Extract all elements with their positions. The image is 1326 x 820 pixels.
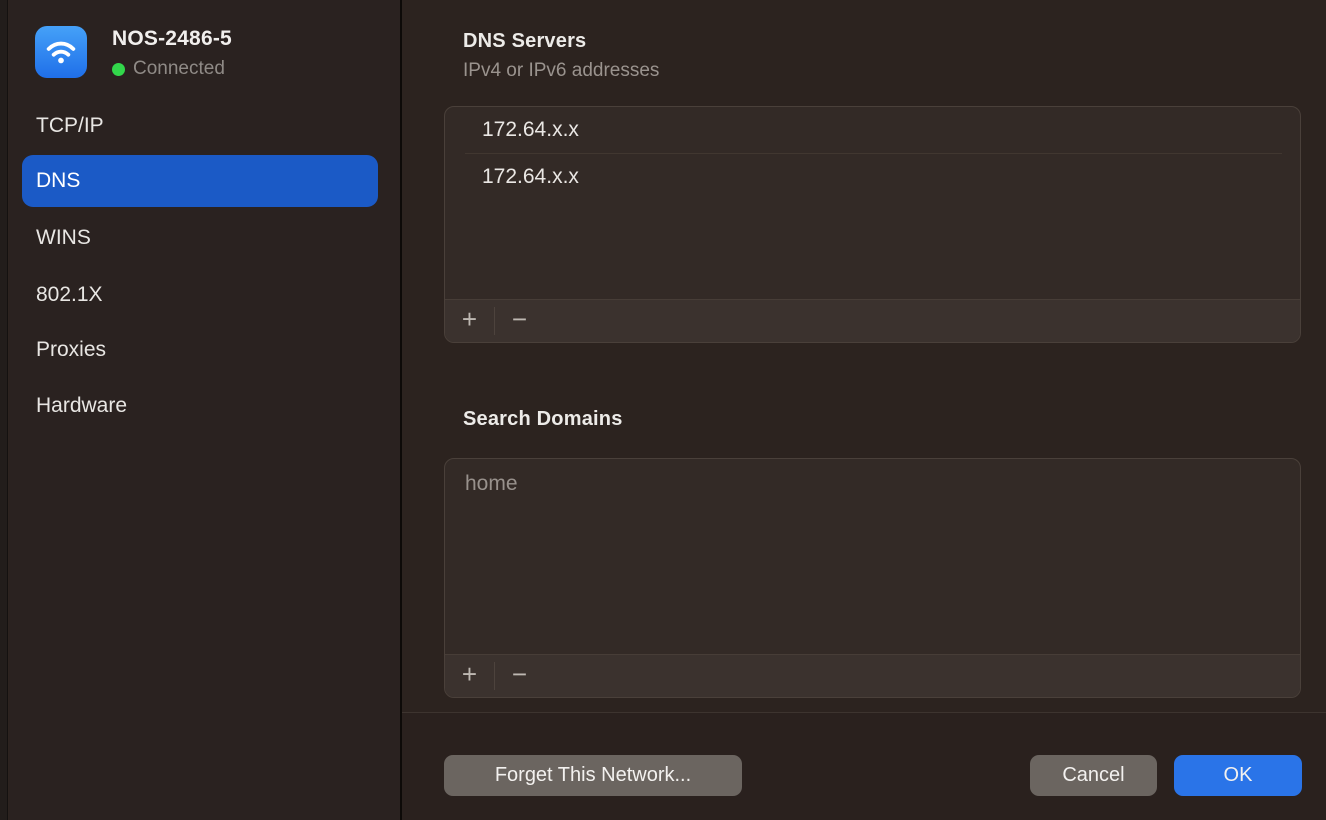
wifi-icon: [35, 26, 87, 78]
network-status: Connected: [112, 58, 225, 80]
dns-server-value: 172.64.x.x: [482, 118, 579, 142]
dns-server-row[interactable]: 172.64.x.x: [445, 107, 1300, 153]
search-domain-value: home: [465, 472, 518, 496]
dns-servers-title: DNS Servers: [463, 30, 586, 53]
cancel-button[interactable]: Cancel: [1030, 755, 1157, 796]
window-edge: [0, 0, 8, 820]
remove-search-domain-button[interactable]: −: [495, 655, 544, 697]
sidebar: NOS-2486-5 Connected TCP/IP DNS WINS 802…: [9, 0, 400, 820]
search-domains-list: home + −: [444, 458, 1301, 698]
search-domains-title: Search Domains: [463, 408, 623, 431]
connected-status-dot: [112, 63, 125, 76]
sidebar-item-wins[interactable]: WINS: [36, 224, 91, 252]
sidebar-item-tcpip[interactable]: TCP/IP: [36, 112, 104, 140]
dns-pane: DNS Servers IPv4 or IPv6 addresses 172.6…: [402, 0, 1326, 820]
sidebar-item-8021x[interactable]: 802.1X: [36, 281, 103, 309]
dns-server-row[interactable]: 172.64.x.x: [445, 154, 1300, 200]
sidebar-item-hardware[interactable]: Hardware: [36, 392, 127, 420]
sidebar-item-dns[interactable]: DNS: [22, 155, 378, 207]
sidebar-item-proxies[interactable]: Proxies: [36, 336, 106, 364]
forget-network-button[interactable]: Forget This Network...: [444, 755, 742, 796]
network-status-label: Connected: [133, 58, 225, 80]
dns-servers-list: 172.64.x.x 172.64.x.x + −: [444, 106, 1301, 343]
wifi-glyph: [41, 32, 81, 72]
search-domain-row[interactable]: home: [445, 459, 1300, 509]
remove-dns-server-button[interactable]: −: [495, 300, 544, 342]
network-name: NOS-2486-5: [112, 27, 232, 51]
search-domains-list-toolbar: + −: [445, 654, 1300, 697]
dns-servers-list-toolbar: + −: [445, 299, 1300, 342]
dns-server-value: 172.64.x.x: [482, 165, 579, 189]
ok-button[interactable]: OK: [1174, 755, 1302, 796]
dns-servers-subtitle: IPv4 or IPv6 addresses: [463, 60, 659, 82]
add-dns-server-button[interactable]: +: [445, 300, 494, 342]
add-search-domain-button[interactable]: +: [445, 655, 494, 697]
network-settings-dialog: NOS-2486-5 Connected TCP/IP DNS WINS 802…: [0, 0, 1326, 820]
